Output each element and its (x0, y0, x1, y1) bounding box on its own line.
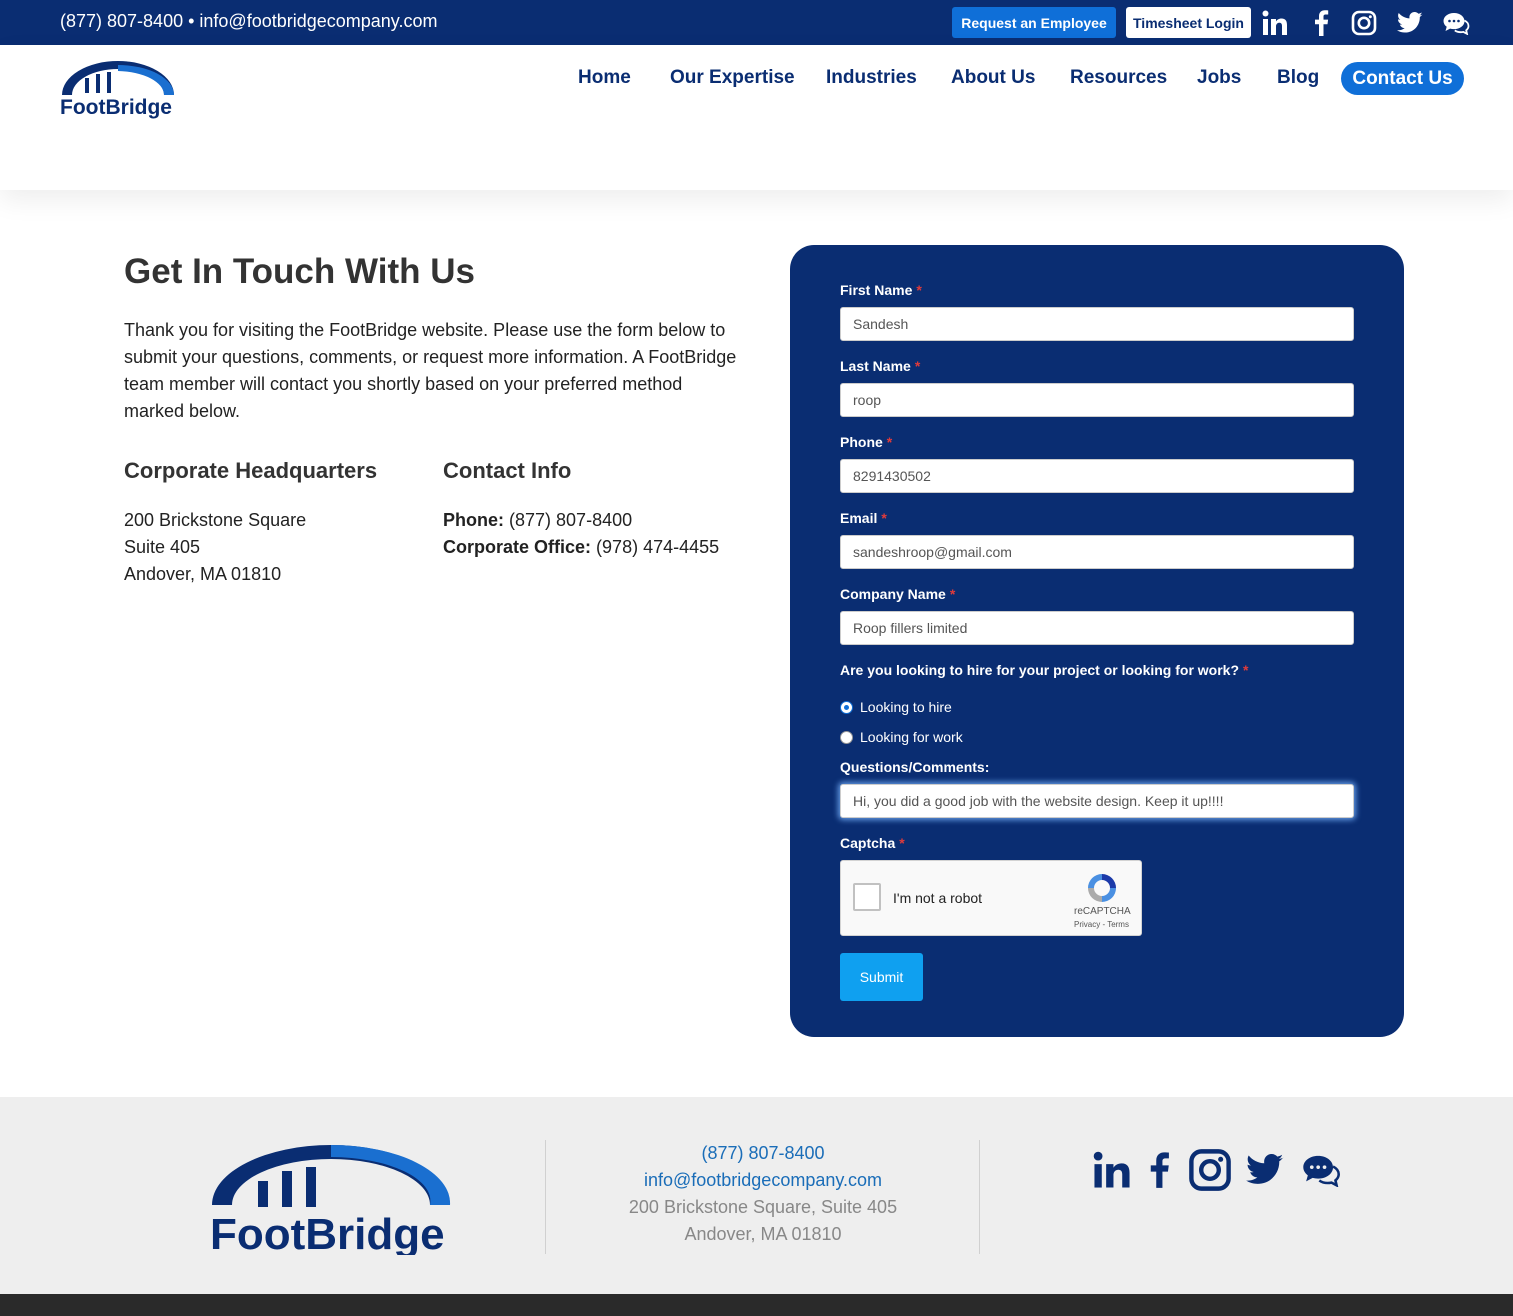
request-employee-button[interactable]: Request an Employee (952, 7, 1116, 38)
footer-email-link[interactable]: info@footbridgecompany.com (563, 1170, 963, 1191)
last-name-field[interactable]: roop (840, 383, 1354, 417)
company-name-label-text: Company Name (840, 586, 946, 602)
captcha-label: Captcha * (840, 835, 905, 851)
first-name-label-text: First Name (840, 282, 913, 298)
office-info: Corporate Office: (978) 474-4455 (443, 537, 719, 558)
phone-label: Phone * (840, 434, 892, 450)
footer-address-line: Andover, MA 01810 (684, 1224, 842, 1244)
timesheet-login-button[interactable]: Timesheet Login (1126, 7, 1251, 38)
required-mark: * (881, 510, 887, 526)
required-mark: * (916, 282, 922, 298)
footer-address-line: 200 Brickstone Square, Suite 405 (628, 1197, 898, 1217)
recaptcha-widget: I'm not a robot reCAPTCHA Privacy - Term… (840, 860, 1142, 936)
radio-button[interactable] (840, 730, 853, 744)
footer-divider (545, 1140, 546, 1254)
footer-logo-wordmark: FootBridge (210, 1210, 445, 1255)
email-label-text: Email (840, 510, 878, 526)
phone-label-text: Phone (840, 434, 883, 450)
radio-label: Looking to hire (860, 699, 952, 715)
hq-address-line: Andover, MA 01810 (124, 564, 282, 584)
last-name-label-text: Last Name (840, 358, 911, 374)
footer-footbridge-logo[interactable]: FootBridge (208, 1141, 454, 1259)
contact-form: First Name * Sandesh Last Name * roop Phon… (790, 245, 1404, 1037)
footer-phone-link[interactable]: (877) 807-8400 (563, 1143, 963, 1164)
radio-label: Looking for work (860, 729, 963, 745)
company-name-field[interactable]: Roop fillers limited (840, 611, 1354, 645)
instagram-icon[interactable] (1187, 1147, 1233, 1193)
comments-label: Questions/Comments: (840, 759, 990, 775)
twitter-icon[interactable] (1242, 1147, 1288, 1193)
email-label: Email * (840, 510, 887, 526)
first-name-field[interactable]: Sandesh (840, 307, 1354, 341)
hq-heading: Corporate Headquarters (124, 458, 378, 483)
hq-address-line: 200 Brickstone Square (124, 510, 307, 530)
phone-field[interactable]: 8291430502 (840, 459, 1354, 493)
first-name-label: First Name * (840, 282, 922, 298)
logo-wordmark: FootBridge (60, 96, 172, 119)
recaptcha-terms[interactable]: Privacy - Terms (1074, 920, 1129, 929)
chat-icon[interactable] (1441, 8, 1471, 38)
recaptcha-icon (1088, 874, 1116, 902)
nav-about-us[interactable]: About Us (951, 67, 1035, 89)
last-name-label: Last Name * (840, 358, 920, 374)
comments-field[interactable]: Hi, you did a good job with the website … (840, 784, 1354, 818)
chat-icon[interactable] (1298, 1147, 1344, 1193)
contact-info-heading: Contact Info (443, 458, 572, 483)
radio-looking-to-hire[interactable]: Looking to hire (840, 699, 952, 715)
email-field[interactable]: sandeshroop@gmail.com (840, 535, 1354, 569)
phone-info-value: (877) 807-8400 (509, 510, 633, 530)
captcha-label-text: Captcha (840, 835, 896, 851)
page-title: Get In Touch With Us (124, 252, 475, 291)
hire-or-work-question: Are you looking to hire for your project… (840, 662, 1248, 678)
hq-address-line: Suite 405 (124, 537, 201, 557)
site-footer: FootBridge (877) 807-8400 info@footbridg… (0, 1097, 1513, 1294)
radio-button-checked[interactable] (840, 700, 853, 714)
linkedin-icon[interactable] (1260, 8, 1290, 38)
recaptcha-checkbox[interactable] (853, 883, 881, 911)
nav-contact-us-button[interactable]: Contact Us (1341, 62, 1464, 95)
nav-resources[interactable]: Resources (1070, 67, 1167, 89)
required-mark: * (949, 586, 956, 602)
facebook-icon[interactable] (1306, 8, 1336, 38)
recaptcha-brand: reCAPTCHA (1074, 906, 1131, 917)
required-mark: * (886, 434, 893, 450)
office-info-value: (978) 474-4455 (596, 537, 720, 557)
top-contact-line: (877) 807-8400 • info@footbridgecompany.… (60, 11, 438, 31)
top-bar: (877) 807-8400 • info@footbridgecompany.… (0, 0, 1513, 45)
required-mark: * (914, 358, 921, 374)
required-mark: * (1243, 662, 1249, 678)
phone-info-label: Phone: (443, 510, 504, 530)
facebook-icon[interactable] (1136, 1147, 1182, 1193)
recaptcha-text: I'm not a robot (893, 890, 983, 906)
twitter-icon[interactable] (1395, 8, 1425, 38)
instagram-icon[interactable] (1349, 8, 1379, 38)
hire-or-work-question-text: Are you looking to hire for your project… (840, 662, 1240, 678)
footer-bottom-bar (0, 1294, 1513, 1316)
office-info-label: Corporate Office: (443, 537, 592, 557)
nav-our-expertise[interactable]: Our Expertise (670, 67, 795, 89)
nav-jobs[interactable]: Jobs (1197, 67, 1241, 89)
site-header: FootBridge Home Our Expertise Industries… (0, 45, 1513, 190)
phone-info: Phone: (877) 807-8400 (443, 510, 632, 531)
footer-divider (979, 1140, 980, 1254)
nav-industries[interactable]: Industries (826, 67, 917, 89)
radio-looking-for-work[interactable]: Looking for work (840, 729, 963, 745)
intro-paragraph: Thank you for visiting the FootBridge we… (124, 320, 737, 421)
linkedin-icon[interactable] (1089, 1147, 1135, 1193)
required-mark: * (899, 835, 905, 851)
nav-blog[interactable]: Blog (1277, 67, 1319, 89)
submit-button[interactable]: Submit (840, 953, 923, 1001)
footbridge-logo[interactable]: FootBridge (58, 61, 178, 119)
nav-home[interactable]: Home (578, 67, 631, 89)
company-name-label: Company Name * (840, 586, 955, 602)
